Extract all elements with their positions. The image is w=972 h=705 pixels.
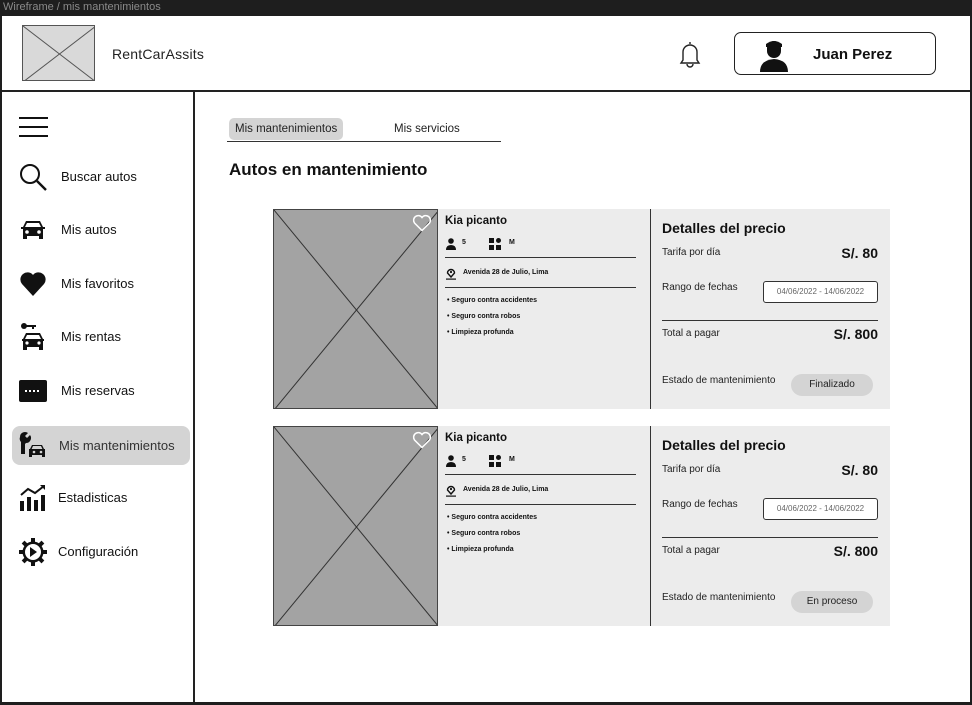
wrench-car-icon [18, 431, 48, 461]
person-icon [445, 237, 457, 250]
total-value: S/. 800 [833, 326, 878, 342]
feature-item: Limpieza profunda [447, 545, 537, 561]
feature-item: Limpieza profunda [447, 328, 537, 344]
divider [662, 537, 878, 538]
sidebar-item-label: Mis mantenimientos [59, 438, 175, 453]
divider [650, 426, 651, 626]
date-range-field[interactable]: 04/06/2022 - 14/06/2022 [763, 498, 878, 520]
location-pin-icon [445, 484, 457, 497]
status-label: Estado de mantenimiento [662, 592, 776, 603]
price-title: Detalles del precio [662, 220, 786, 236]
seats-value: 5 [462, 456, 466, 463]
seats-value: 5 [462, 239, 466, 246]
sidebar-item-configuracion[interactable]: Configuración [12, 532, 190, 572]
location-pin-icon [445, 267, 457, 280]
app-name: RentCarAssits [112, 46, 205, 62]
sidebar-item-estadisticas[interactable]: Estadisticas [12, 478, 190, 518]
size-value: M [509, 456, 515, 463]
total-value: S/. 800 [833, 543, 878, 559]
sidebar-item-label: Buscar autos [61, 169, 137, 184]
gear-icon [18, 537, 48, 567]
car-image-placeholder [273, 426, 438, 626]
rate-label: Tarifa por día [662, 464, 721, 475]
total-label: Total a pagar [662, 545, 720, 556]
status-label: Estado de mantenimiento [662, 375, 776, 386]
date-range-field[interactable]: 04/06/2022 - 14/06/2022 [763, 281, 878, 303]
car-key-icon [18, 322, 48, 352]
divider [662, 320, 878, 321]
sidebar-item-label: Mis autos [61, 222, 117, 237]
sidebar-item-mis-favoritos[interactable]: Mis favoritos [12, 264, 190, 304]
date-range-label: Rango de fechas [662, 499, 738, 510]
car-image-placeholder [273, 209, 438, 409]
car-location: Avenida 28 de Julio, Lima [463, 486, 549, 493]
heart-icon [18, 269, 48, 299]
sidebar-item-buscar-autos[interactable]: Buscar autos [12, 157, 190, 197]
sidebar-item-mis-rentas[interactable]: Mis rentas [12, 317, 190, 357]
status-badge: Finalizado [791, 374, 873, 396]
status-badge: En proceso [791, 591, 873, 613]
feature-item: Seguro contra accidentes [447, 513, 537, 529]
ticket-icon [18, 376, 48, 406]
car-specs: 5 M [445, 237, 637, 253]
hamburger-menu-icon[interactable] [19, 116, 49, 138]
feature-item: Seguro contra robos [447, 312, 537, 328]
user-profile-button[interactable]: Juan Perez [734, 32, 936, 75]
sidebar-item-label: Mis reservas [61, 383, 135, 398]
tab-bar: Mis mantenimientos Mis servicios [227, 118, 501, 142]
sidebar-item-mis-autos[interactable]: Mis autos [12, 210, 190, 250]
feature-list: Seguro contra accidentes Seguro contra r… [447, 513, 537, 561]
divider [445, 287, 636, 288]
user-name: Juan Perez [813, 46, 893, 63]
maintenance-card: Kia picanto 5 M Avenida 28 de Julio, Lim… [273, 209, 890, 409]
rate-label: Tarifa por día [662, 247, 721, 258]
date-range-label: Rango de fechas [662, 282, 738, 293]
rate-value: S/. 80 [841, 462, 878, 478]
price-title: Detalles del precio [662, 437, 786, 453]
user-avatar-icon [757, 38, 791, 72]
favorite-heart-icon[interactable] [412, 431, 432, 449]
tab-mis-servicios[interactable]: Mis servicios [388, 118, 466, 140]
feature-item: Seguro contra accidentes [447, 296, 537, 312]
app-window: RentCarAssits Juan Perez Buscar autos Mi… [2, 16, 970, 702]
chart-icon [18, 483, 48, 513]
main-content: Mis mantenimientos Mis servicios Autos e… [197, 92, 970, 702]
sidebar-item-label: Mis rentas [61, 329, 121, 344]
favorite-heart-icon[interactable] [412, 214, 432, 232]
tab-mis-mantenimientos[interactable]: Mis mantenimientos [229, 118, 344, 140]
car-name: Kia picanto [445, 215, 507, 227]
total-label: Total a pagar [662, 328, 720, 339]
car-location: Avenida 28 de Julio, Lima [463, 269, 549, 276]
sidebar-item-label: Mis favoritos [61, 276, 134, 291]
sidebar-item-label: Configuración [58, 544, 139, 559]
search-icon [18, 162, 48, 192]
header: RentCarAssits Juan Perez [2, 16, 970, 92]
frame-label: Wireframe / mis mantenimientos [3, 1, 161, 13]
divider [445, 474, 636, 475]
divider [650, 209, 651, 409]
logo-placeholder [22, 25, 95, 81]
car-name: Kia picanto [445, 432, 507, 444]
size-icon [489, 454, 501, 467]
size-value: M [509, 239, 515, 246]
page-title: Autos en mantenimiento [229, 160, 428, 179]
size-icon [489, 237, 501, 250]
car-icon [18, 215, 48, 245]
bell-icon[interactable] [674, 38, 706, 70]
sidebar-item-mis-reservas[interactable]: Mis reservas [12, 371, 190, 411]
sidebar: Buscar autos Mis autos Mis favoritos Mis… [2, 92, 195, 702]
feature-item: Seguro contra robos [447, 529, 537, 545]
maintenance-card: Kia picanto 5 M Avenida 28 de Julio, Lim… [273, 426, 890, 626]
sidebar-item-mis-mantenimientos[interactable]: Mis mantenimientos [12, 426, 190, 465]
feature-list: Seguro contra accidentes Seguro contra r… [447, 296, 537, 344]
car-specs: 5 M [445, 454, 637, 470]
person-icon [445, 454, 457, 467]
divider [445, 257, 636, 258]
rate-value: S/. 80 [841, 245, 878, 261]
divider [445, 504, 636, 505]
sidebar-item-label: Estadisticas [58, 490, 128, 505]
